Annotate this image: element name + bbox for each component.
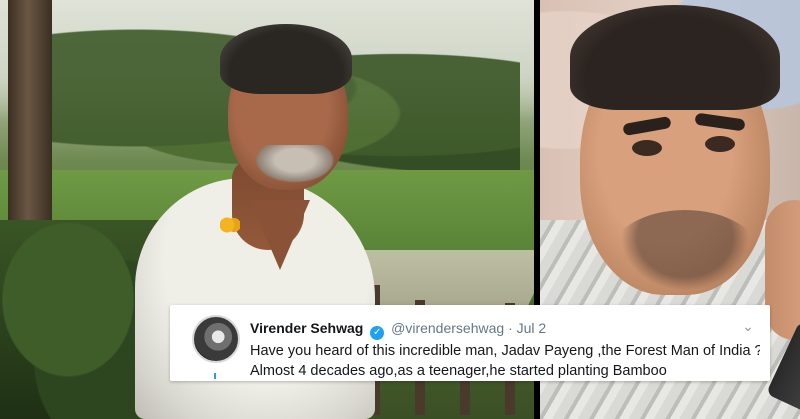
- tweet-text-line: Have you heard of this incredible man, J…: [250, 343, 760, 359]
- meta-separator: ·: [508, 320, 513, 336]
- right-eye: [705, 136, 735, 152]
- author-name[interactable]: Virender Sehwag: [250, 320, 363, 336]
- left-eye: [632, 140, 662, 156]
- hair: [570, 5, 780, 110]
- chevron-down-icon[interactable]: ⌄: [740, 319, 756, 335]
- man-hair: [220, 24, 352, 94]
- stubble: [610, 210, 760, 300]
- author-handle[interactable]: @virendersehwag: [391, 320, 504, 336]
- man-beard: [255, 145, 335, 183]
- author-avatar[interactable]: [192, 315, 240, 363]
- verified-badge-icon: ✓: [370, 326, 385, 340]
- tweet-date[interactable]: Jul 2: [517, 320, 547, 336]
- butterfly-icon: [220, 215, 240, 235]
- hand: [765, 200, 800, 340]
- tweet-header: Virender Sehwag ✓ @virendersehwag · Jul …: [250, 320, 547, 340]
- tweet-text: Have you heard of this incredible man, J…: [250, 341, 760, 381]
- image-stage: Virender Sehwag ✓ @virendersehwag · Jul …: [0, 0, 800, 419]
- avatar-accent: [214, 373, 216, 379]
- tweet-card[interactable]: Virender Sehwag ✓ @virendersehwag · Jul …: [170, 305, 770, 381]
- tweet-text-line: Almost 4 decades ago,as a teenager,he st…: [250, 363, 667, 379]
